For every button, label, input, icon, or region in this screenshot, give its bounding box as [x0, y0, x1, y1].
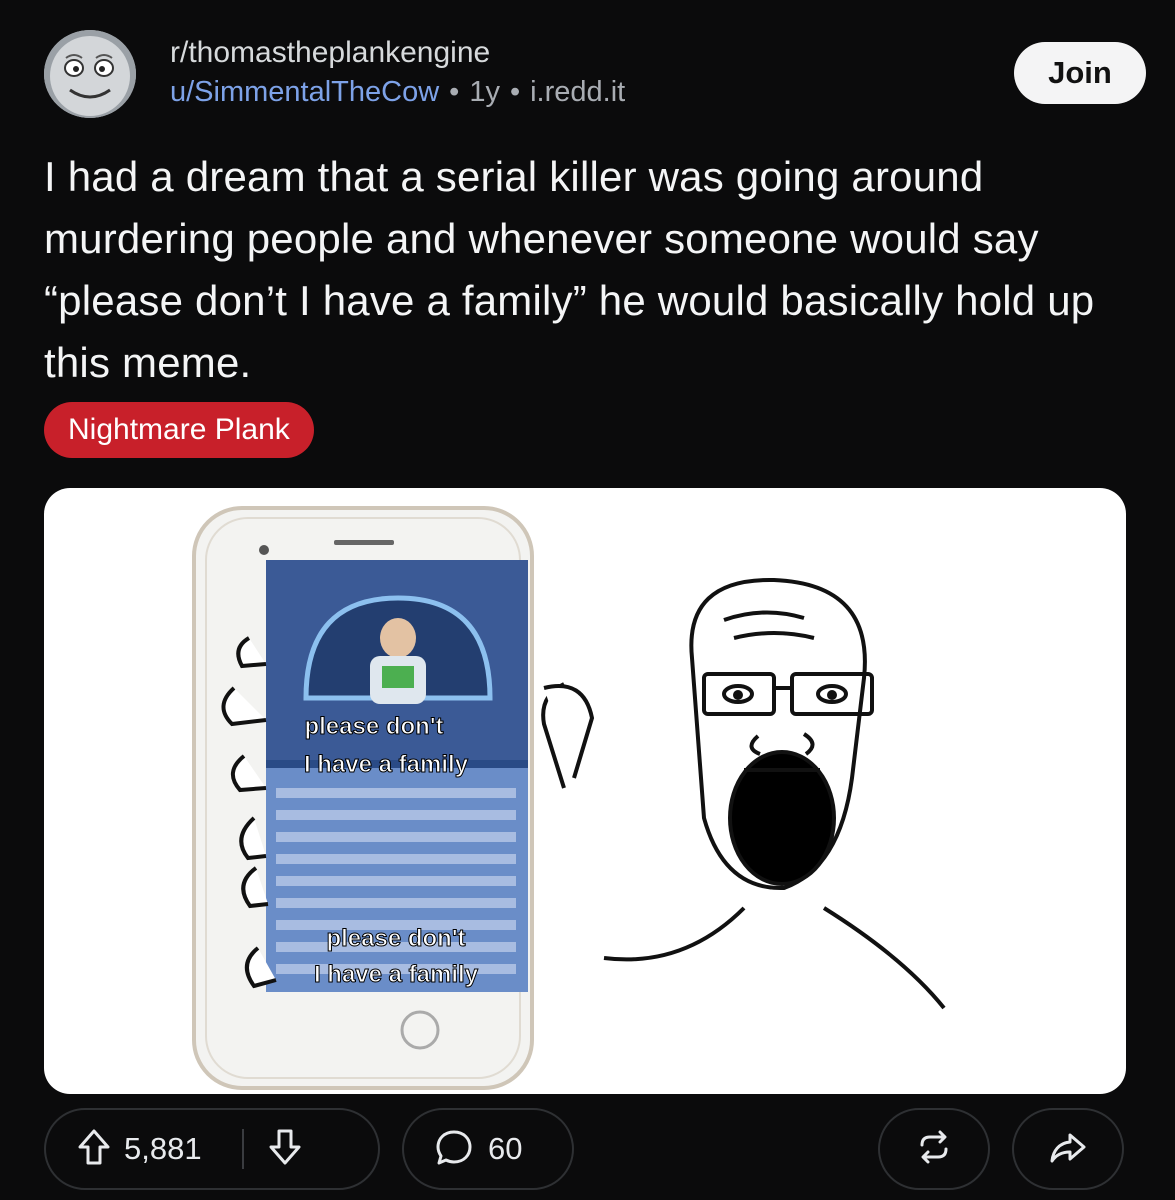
meta-separator: •: [449, 76, 460, 108]
comments-count: 60: [488, 1131, 523, 1166]
meme-caption-top-1: please don't: [304, 713, 443, 740]
share-button[interactable]: [1012, 1108, 1124, 1190]
author-username[interactable]: u/SimmentalTheCow: [170, 76, 439, 108]
post-age: 1y: [469, 76, 500, 108]
post-title[interactable]: I had a dream that a serial killer was g…: [44, 146, 1124, 394]
arrow-up-icon: [76, 1127, 112, 1172]
meta-separator: •: [509, 76, 521, 108]
soyjak-face: [603, 577, 946, 1010]
post-flair[interactable]: Nightmare Plank: [44, 402, 314, 458]
vote-count: 5,881: [124, 1131, 202, 1166]
upvote-button[interactable]: [46, 1108, 112, 1190]
action-bar: 5,881 60: [44, 1108, 1154, 1190]
post-meta-line: u/SimmentalTheCow • 1y • i.redd.it: [170, 72, 625, 112]
phone-illustration: please don't I have a family please don'…: [192, 506, 534, 1090]
share-arrow-icon: [1048, 1127, 1088, 1172]
post-domain[interactable]: i.redd.it: [530, 76, 625, 108]
comments-button[interactable]: 60: [402, 1108, 574, 1190]
crosspost-button[interactable]: [878, 1108, 990, 1190]
vote-divider: [242, 1129, 244, 1169]
meme-caption-top-2: I have a family: [304, 751, 469, 778]
subreddit-avatar[interactable]: [44, 30, 136, 118]
join-button[interactable]: Join: [1014, 42, 1146, 104]
arrow-down-icon: [267, 1127, 303, 1172]
meme-caption-bottom-1: please don't: [326, 925, 465, 952]
post-meta: r/thomastheplankengine u/SimmentalTheCow…: [170, 34, 625, 112]
post-header: r/thomastheplankengine u/SimmentalTheCow…: [44, 30, 1154, 120]
meme-caption-bottom-2: I have a family: [314, 961, 479, 988]
vote-control: 5,881: [44, 1108, 380, 1190]
downvote-button[interactable]: [250, 1108, 320, 1190]
subreddit-name[interactable]: r/thomastheplankengine: [170, 34, 625, 72]
crosspost-icon: [914, 1127, 954, 1172]
speech-bubble-icon: [434, 1127, 474, 1172]
post-image[interactable]: please don't I have a family please don'…: [44, 488, 1126, 1094]
